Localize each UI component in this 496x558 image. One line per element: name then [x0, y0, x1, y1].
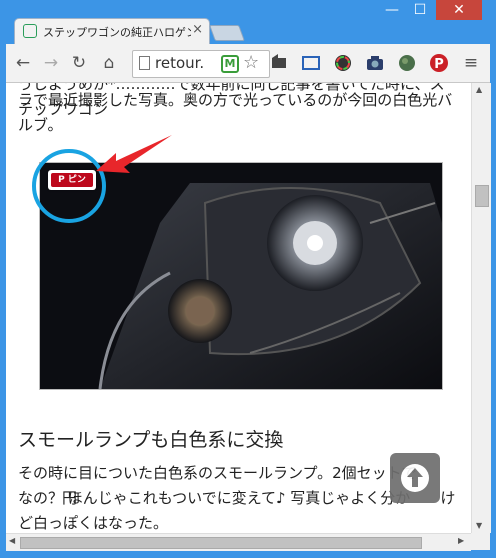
scroll-down-arrow-icon[interactable]: ▼ — [476, 521, 482, 530]
paragraph-1-line-2: ラで最近撮影した写真。奥の方で光っているのが今回の白色光バ — [18, 91, 453, 109]
arrow-up-icon — [401, 464, 429, 492]
film-icon[interactable] — [268, 52, 290, 74]
back-icon[interactable]: ← — [12, 52, 34, 74]
scrollbar-corner — [471, 533, 490, 550]
tab-active[interactable]: ステップワゴンの純正ハロゲン/ × — [14, 18, 210, 45]
url-text[interactable]: retour. — [155, 54, 204, 72]
paragraph-2-line-1-text: その時に目についた白色系のスモールランプ。2個セットで — [18, 464, 417, 482]
paragraph-2-line-2-end: け — [440, 489, 456, 507]
minimize-button[interactable]: — — [378, 0, 406, 20]
title-bar: ステップワゴンの純正ハロゲン/ × — ☐ ✕ — [0, 0, 496, 45]
pin-button-label: P ピン — [51, 173, 93, 187]
red-arrow-annotation — [96, 135, 172, 173]
scroll-to-top-button[interactable] — [390, 453, 440, 503]
browser-window: ステップワゴンの純正ハロゲン/ × — ☐ ✕ ← → ↻ ⌂ retour. … — [0, 0, 496, 558]
browser-toolbar: ← → ↻ ⌂ retour. M ☆ P ≡ — [6, 44, 490, 83]
scroll-right-arrow-icon[interactable]: ▶ — [458, 536, 464, 545]
pinterest-icon[interactable]: P — [428, 52, 450, 74]
page-icon — [139, 56, 150, 70]
horizontal-scroll-thumb[interactable] — [20, 537, 422, 549]
tab-title: ステップワゴンの純正ハロゲン/ — [43, 26, 191, 39]
paragraph-1-line-3: ルブ。 — [18, 116, 63, 134]
section-heading: スモールランプも白色系に交換 — [18, 429, 284, 451]
star-icon[interactable]: ☆ — [243, 52, 259, 73]
page-content: うじようめか*…………で数年前に同じ記事を書いてた時に、ステップワゴン ラで最近… — [6, 83, 471, 533]
globe-icon[interactable] — [396, 52, 418, 74]
vertical-scroll-thumb[interactable] — [475, 185, 489, 207]
svg-text:P: P — [434, 57, 444, 72]
new-tab-button[interactable] — [209, 25, 245, 41]
maximize-button[interactable]: ☐ — [406, 0, 434, 20]
forward-icon[interactable]: → — [40, 52, 62, 74]
horizontal-scrollbar[interactable]: ◀ ▶ — [6, 533, 471, 551]
vertical-scrollbar[interactable]: ▲ ▼ — [471, 83, 491, 533]
favicon-icon — [23, 24, 37, 38]
pinterest-pin-button[interactable]: P ピン — [48, 170, 96, 190]
menu-icon[interactable]: ≡ — [460, 52, 482, 74]
scroll-up-arrow-icon[interactable]: ▲ — [476, 85, 482, 94]
camera-icon[interactable] — [364, 52, 386, 74]
close-window-button[interactable]: ✕ — [436, 0, 482, 20]
home-icon[interactable]: ⌂ — [98, 52, 120, 74]
paragraph-2-line-2-text: なの？ ほんじゃこれもついでに変えて♪ 写真じゃよく分か — [18, 489, 411, 507]
reload-icon[interactable]: ↻ — [68, 52, 90, 74]
color-wheel-icon[interactable] — [332, 52, 354, 74]
extension-badge-icon[interactable]: M — [221, 55, 239, 73]
paragraph-2-line-3: ど白っぽくはなった。 — [18, 514, 169, 532]
tab-close-icon[interactable]: × — [192, 22, 203, 37]
scroll-left-arrow-icon[interactable]: ◀ — [9, 536, 15, 545]
screen-capture-icon[interactable] — [300, 52, 322, 74]
address-bar[interactable]: retour. M ☆ — [132, 50, 270, 78]
